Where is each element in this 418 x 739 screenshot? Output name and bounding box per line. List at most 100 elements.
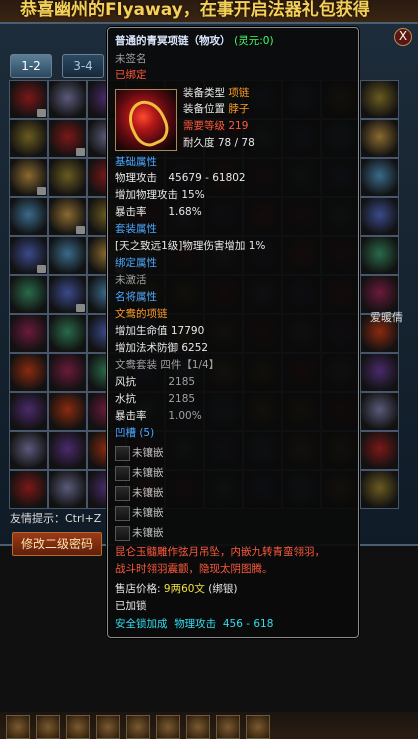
inventory-slot[interactable] xyxy=(9,197,48,236)
inventory-slot[interactable] xyxy=(48,431,87,470)
necklace-icon xyxy=(115,89,177,152)
water-resist-row: 水抗 2185 xyxy=(115,392,195,406)
player-name-fragment: 爱暖倩 xyxy=(370,311,403,324)
crit-row: 暴击率 1.68% xyxy=(115,205,202,219)
skill-icon[interactable] xyxy=(96,715,120,739)
durability-value: 78 / 78 xyxy=(217,137,255,149)
equip-slot-value: 脖子 xyxy=(228,103,250,115)
item-tooltip: 普通的青冥项链（物攻） (灵元:0) 未签名 已绑定 装备类型 项链 装备位置 … xyxy=(107,27,359,638)
required-level-row: 需要等级 219 xyxy=(183,119,248,133)
phys-attack-row: 物理攻击 45679 - 61802 xyxy=(115,171,246,185)
inventory-slot[interactable] xyxy=(9,353,48,392)
inventory-slot[interactable] xyxy=(360,158,399,197)
equip-type-row: 装备类型 项链 xyxy=(183,86,249,100)
bind-attr-header: 绑定属性 xyxy=(115,257,157,269)
inventory-slot[interactable] xyxy=(9,314,48,353)
socket-label: 未镶嵌 xyxy=(132,467,164,479)
inventory-slot[interactable] xyxy=(360,236,399,275)
inventory-slot[interactable] xyxy=(48,392,87,431)
socket-label: 未镶嵌 xyxy=(132,487,164,499)
inventory-slot[interactable] xyxy=(48,80,87,119)
crit2-row: 暴击率 1.00% xyxy=(115,409,202,423)
change-password-button[interactable]: 修改二级密码 xyxy=(12,532,102,556)
socket-slot-icon xyxy=(115,486,130,501)
inventory-slot[interactable] xyxy=(48,236,87,275)
inventory-slot[interactable] xyxy=(48,158,87,197)
crit-label: 暴击率 xyxy=(115,206,147,218)
inventory-slot[interactable] xyxy=(360,431,399,470)
skill-icon[interactable] xyxy=(246,715,270,739)
item-spirit: (灵元:0) xyxy=(234,35,274,47)
hp-value: 17790 xyxy=(170,325,205,337)
inventory-slot[interactable] xyxy=(360,392,399,431)
locked-status: 已加锁 xyxy=(115,600,147,612)
friendly-tip: 友情提示：Ctrl+Z xyxy=(10,512,102,525)
skill-icon[interactable] xyxy=(216,715,240,739)
inventory-slot[interactable] xyxy=(360,80,399,119)
inventory-slot[interactable] xyxy=(9,158,48,197)
skill-icon[interactable] xyxy=(186,715,210,739)
wind-resist-row: 风抗 2185 xyxy=(115,375,195,389)
item-description-line1: 昆仑玉髓雕作弦月吊坠，内嵌九转青蛮翎羽， xyxy=(115,546,325,558)
lock-icon xyxy=(76,226,85,234)
famous-item-name: 文鸯的项链 xyxy=(115,308,168,320)
inventory-slot[interactable] xyxy=(360,353,399,392)
phys-attack-pct-row: 增加物理攻击 15% xyxy=(115,188,205,202)
required-level-value: 219 xyxy=(228,120,249,132)
skill-icon[interactable] xyxy=(6,715,30,739)
hp-row: 增加生命值 17790 xyxy=(115,324,204,338)
lock-icon xyxy=(76,148,85,156)
inventory-slot[interactable] xyxy=(9,431,48,470)
not-activated-text: 未激活 xyxy=(115,274,147,286)
tab-3-4[interactable]: 3-4 xyxy=(62,54,104,78)
skill-icon[interactable] xyxy=(36,715,60,739)
skill-icon[interactable] xyxy=(126,715,150,739)
socket-slot-icon xyxy=(115,466,130,481)
inventory-slot[interactable] xyxy=(9,275,48,314)
inventory-slot[interactable] xyxy=(48,314,87,353)
mdef-value: 6252 xyxy=(181,342,209,354)
set-count: 四件【1/4】 xyxy=(160,359,220,371)
bound-status: 已绑定 xyxy=(115,69,147,81)
inventory-slot[interactable] xyxy=(9,80,48,119)
inventory-slot[interactable] xyxy=(360,470,399,509)
item-name: 普通的青冥项链（物攻） xyxy=(115,35,231,47)
lock-icon xyxy=(37,187,46,195)
inventory-slot[interactable] xyxy=(48,353,87,392)
inventory-slot[interactable] xyxy=(9,236,48,275)
inventory-slot[interactable] xyxy=(9,119,48,158)
skill-icon[interactable] xyxy=(66,715,90,739)
inventory-slot[interactable] xyxy=(9,470,48,509)
unsigned-text: 未签名 xyxy=(115,53,147,65)
inventory-slot[interactable] xyxy=(48,470,87,509)
price-label: 售店价格: xyxy=(115,583,161,595)
inventory-slot[interactable] xyxy=(48,119,87,158)
safety-attr-value: 456 - 618 xyxy=(222,618,274,630)
tab-1-2[interactable]: 1-2 xyxy=(10,54,52,78)
required-level-label: 需要等级 xyxy=(183,120,225,132)
inventory-slot[interactable] xyxy=(9,392,48,431)
water-value: 2185 xyxy=(168,393,196,405)
set-attr-line: [天之致远1级]物理伤害增加 1% xyxy=(115,240,266,252)
hp-label: 增加生命值 xyxy=(115,325,168,337)
inventory-slot[interactable] xyxy=(360,119,399,158)
inventory-slot[interactable] xyxy=(360,197,399,236)
sockets-header: 凹槽 (5) xyxy=(115,427,155,439)
inventory-slot[interactable] xyxy=(48,197,87,236)
skill-icon[interactable] xyxy=(156,715,180,739)
socket-label: 未镶嵌 xyxy=(132,507,164,519)
set-attr-header: 套装属性 xyxy=(115,223,157,235)
famous-attr-header: 名将属性 xyxy=(115,291,157,303)
equip-type-value: 项链 xyxy=(228,87,250,99)
set-row: 文鸯套装 四件【1/4】 xyxy=(115,358,219,372)
close-icon[interactable]: X xyxy=(394,28,412,46)
price-note: (绑银) xyxy=(208,583,238,595)
safety-lock-row: 安全锁加成 物理攻击 456 - 618 xyxy=(115,616,273,631)
inventory-slot[interactable] xyxy=(48,275,87,314)
socket-label: 未镶嵌 xyxy=(132,527,164,539)
socket-slot-icon xyxy=(115,526,130,541)
wind-value: 2185 xyxy=(168,376,196,388)
phys-attack-pct-label: 增加物理攻击 xyxy=(115,189,178,201)
lock-icon xyxy=(37,109,46,117)
phys-attack-pct-value: 15% xyxy=(181,189,205,201)
